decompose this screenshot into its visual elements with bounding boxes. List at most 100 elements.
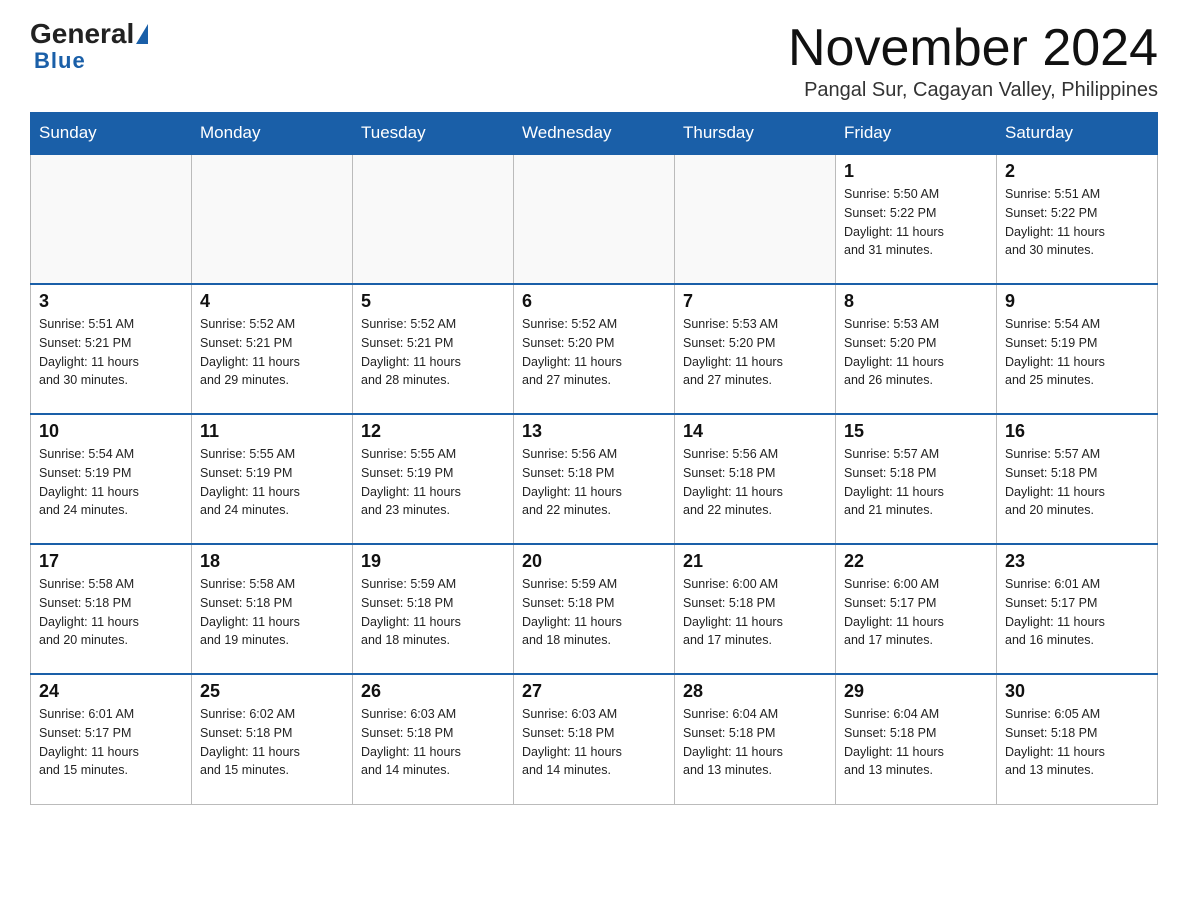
day-info: Sunrise: 6:01 AM Sunset: 5:17 PM Dayligh… [1005, 575, 1149, 650]
day-number: 12 [361, 421, 505, 442]
logo-general: General [30, 20, 134, 48]
day-number: 1 [844, 161, 988, 182]
calendar-cell: 10 Sunrise: 5:54 AM Sunset: 5:19 PM Dayli… [31, 414, 192, 544]
day-number: 3 [39, 291, 183, 312]
calendar-cell: 13Sunrise: 5:56 AM Sunset: 5:18 PM Dayli… [514, 414, 675, 544]
calendar-table: SundayMondayTuesdayWednesdayThursdayFrid… [30, 112, 1158, 805]
calendar-cell [675, 154, 836, 284]
day-info: Sunrise: 5:57 AM Sunset: 5:18 PM Dayligh… [1005, 445, 1149, 520]
calendar-cell: 25 Sunrise: 6:02 AM Sunset: 5:18 PM Dayli… [192, 674, 353, 804]
calendar-cell: 30Sunrise: 6:05 AM Sunset: 5:18 PM Dayli… [997, 674, 1158, 804]
calendar-week-row: 24 Sunrise: 6:01 AM Sunset: 5:17 PM Dayli… [31, 674, 1158, 804]
calendar-cell: 7 Sunrise: 5:53 AM Sunset: 5:20 PM Daylig… [675, 284, 836, 414]
day-number: 21 [683, 551, 827, 572]
day-info: Sunrise: 6:03 AM Sunset: 5:18 PM Dayligh… [361, 705, 505, 780]
calendar-cell: 5 Sunrise: 5:52 AM Sunset: 5:21 PM Daylig… [353, 284, 514, 414]
calendar-cell: 15 Sunrise: 5:57 AM Sunset: 5:18 PM Dayli… [836, 414, 997, 544]
day-info: Sunrise: 5:58 AM Sunset: 5:18 PM Dayligh… [39, 575, 183, 650]
day-number: 14 [683, 421, 827, 442]
day-info: Sunrise: 5:54 AM Sunset: 5:19 PM Dayligh… [39, 445, 183, 520]
weekday-header-friday: Friday [836, 113, 997, 155]
day-info: Sunrise: 5:52 AM Sunset: 5:20 PM Dayligh… [522, 315, 666, 390]
day-number: 25 [200, 681, 344, 702]
calendar-week-row: 17 Sunrise: 5:58 AM Sunset: 5:18 PM Dayli… [31, 544, 1158, 674]
calendar-cell: 23 Sunrise: 6:01 AM Sunset: 5:17 PM Dayli… [997, 544, 1158, 674]
day-number: 6 [522, 291, 666, 312]
calendar-cell: 11 Sunrise: 5:55 AM Sunset: 5:19 PM Dayli… [192, 414, 353, 544]
day-number: 17 [39, 551, 183, 572]
calendar-cell: 4 Sunrise: 5:52 AM Sunset: 5:21 PM Daylig… [192, 284, 353, 414]
day-info: Sunrise: 5:59 AM Sunset: 5:18 PM Dayligh… [361, 575, 505, 650]
day-number: 4 [200, 291, 344, 312]
logo-blue: Blue [34, 48, 86, 74]
calendar-cell: 17 Sunrise: 5:58 AM Sunset: 5:18 PM Dayli… [31, 544, 192, 674]
day-number: 2 [1005, 161, 1149, 182]
weekday-header-saturday: Saturday [997, 113, 1158, 155]
day-number: 13 [522, 421, 666, 442]
day-info: Sunrise: 6:01 AM Sunset: 5:17 PM Dayligh… [39, 705, 183, 780]
calendar-cell: 9Sunrise: 5:54 AM Sunset: 5:19 PM Daylig… [997, 284, 1158, 414]
day-number: 26 [361, 681, 505, 702]
day-info: Sunrise: 5:55 AM Sunset: 5:19 PM Dayligh… [361, 445, 505, 520]
calendar-cell: 24 Sunrise: 6:01 AM Sunset: 5:17 PM Dayli… [31, 674, 192, 804]
day-number: 28 [683, 681, 827, 702]
day-number: 9 [1005, 291, 1149, 312]
calendar-cell [353, 154, 514, 284]
day-info: Sunrise: 5:56 AM Sunset: 5:18 PM Dayligh… [683, 445, 827, 520]
calendar-cell: 2 Sunrise: 5:51 AM Sunset: 5:22 PM Daylig… [997, 154, 1158, 284]
calendar-cell: 6 Sunrise: 5:52 AM Sunset: 5:20 PM Daylig… [514, 284, 675, 414]
day-number: 20 [522, 551, 666, 572]
day-number: 7 [683, 291, 827, 312]
calendar-cell: 18Sunrise: 5:58 AM Sunset: 5:18 PM Dayli… [192, 544, 353, 674]
day-info: Sunrise: 5:53 AM Sunset: 5:20 PM Dayligh… [683, 315, 827, 390]
logo-triangle-icon [136, 24, 148, 44]
day-number: 18 [200, 551, 344, 572]
day-info: Sunrise: 6:00 AM Sunset: 5:18 PM Dayligh… [683, 575, 827, 650]
calendar-cell [31, 154, 192, 284]
day-info: Sunrise: 5:52 AM Sunset: 5:21 PM Dayligh… [200, 315, 344, 390]
day-number: 5 [361, 291, 505, 312]
calendar-cell: 8Sunrise: 5:53 AM Sunset: 5:20 PM Daylig… [836, 284, 997, 414]
day-info: Sunrise: 5:55 AM Sunset: 5:19 PM Dayligh… [200, 445, 344, 520]
day-info: Sunrise: 5:52 AM Sunset: 5:21 PM Dayligh… [361, 315, 505, 390]
day-number: 27 [522, 681, 666, 702]
day-number: 29 [844, 681, 988, 702]
weekday-header-wednesday: Wednesday [514, 113, 675, 155]
day-info: Sunrise: 5:51 AM Sunset: 5:21 PM Dayligh… [39, 315, 183, 390]
calendar-week-row: 3 Sunrise: 5:51 AM Sunset: 5:21 PM Daylig… [31, 284, 1158, 414]
day-info: Sunrise: 6:04 AM Sunset: 5:18 PM Dayligh… [844, 705, 988, 780]
day-number: 16 [1005, 421, 1149, 442]
calendar-cell: 20 Sunrise: 5:59 AM Sunset: 5:18 PM Dayli… [514, 544, 675, 674]
day-number: 24 [39, 681, 183, 702]
day-number: 10 [39, 421, 183, 442]
calendar-cell: 28 Sunrise: 6:04 AM Sunset: 5:18 PM Dayli… [675, 674, 836, 804]
day-number: 15 [844, 421, 988, 442]
calendar-cell [514, 154, 675, 284]
calendar-cell [192, 154, 353, 284]
calendar-cell: 21 Sunrise: 6:00 AM Sunset: 5:18 PM Dayli… [675, 544, 836, 674]
calendar-header-row: SundayMondayTuesdayWednesdayThursdayFrid… [31, 113, 1158, 155]
day-info: Sunrise: 6:04 AM Sunset: 5:18 PM Dayligh… [683, 705, 827, 780]
day-info: Sunrise: 6:02 AM Sunset: 5:18 PM Dayligh… [200, 705, 344, 780]
calendar-cell: 26 Sunrise: 6:03 AM Sunset: 5:18 PM Dayli… [353, 674, 514, 804]
page-header: General Blue November 2024 Pangal Sur, C… [30, 20, 1158, 102]
weekday-header-monday: Monday [192, 113, 353, 155]
weekday-header-tuesday: Tuesday [353, 113, 514, 155]
day-number: 22 [844, 551, 988, 572]
calendar-cell: 12 Sunrise: 5:55 AM Sunset: 5:19 PM Dayli… [353, 414, 514, 544]
calendar-cell: 29 Sunrise: 6:04 AM Sunset: 5:18 PM Dayli… [836, 674, 997, 804]
calendar-cell: 14 Sunrise: 5:56 AM Sunset: 5:18 PM Dayli… [675, 414, 836, 544]
day-number: 8 [844, 291, 988, 312]
day-info: Sunrise: 6:00 AM Sunset: 5:17 PM Dayligh… [844, 575, 988, 650]
day-info: Sunrise: 5:51 AM Sunset: 5:22 PM Dayligh… [1005, 185, 1149, 260]
day-number: 23 [1005, 551, 1149, 572]
calendar-week-row: 10 Sunrise: 5:54 AM Sunset: 5:19 PM Dayli… [31, 414, 1158, 544]
day-number: 11 [200, 421, 344, 442]
month-year-title: November 2024 [788, 20, 1158, 77]
calendar-week-row: 1Sunrise: 5:50 AM Sunset: 5:22 PM Daylig… [31, 154, 1158, 284]
logo: General Blue [30, 20, 148, 74]
day-info: Sunrise: 6:05 AM Sunset: 5:18 PM Dayligh… [1005, 705, 1149, 780]
day-info: Sunrise: 5:59 AM Sunset: 5:18 PM Dayligh… [522, 575, 666, 650]
day-info: Sunrise: 5:57 AM Sunset: 5:18 PM Dayligh… [844, 445, 988, 520]
calendar-cell: 22 Sunrise: 6:00 AM Sunset: 5:17 PM Dayli… [836, 544, 997, 674]
